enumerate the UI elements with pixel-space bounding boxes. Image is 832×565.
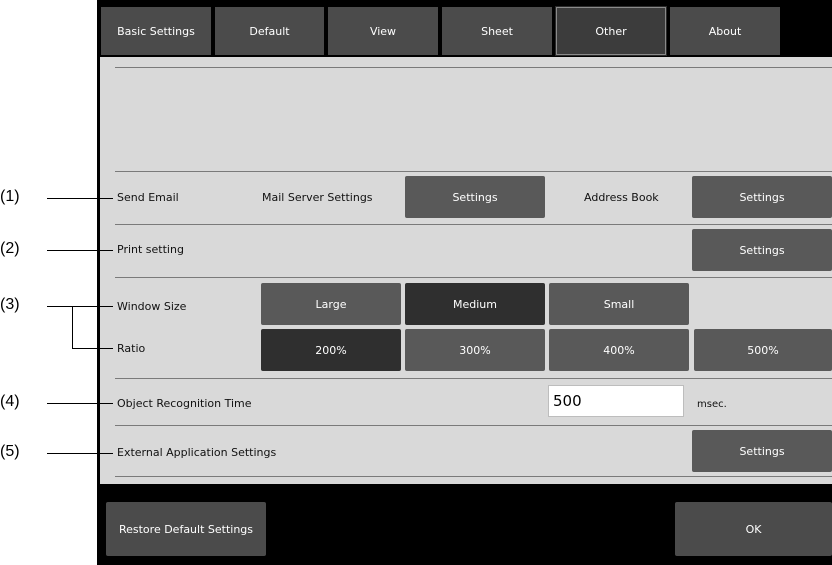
tab-view[interactable]: View: [328, 7, 438, 55]
callout-5-leader: [47, 453, 113, 454]
external-application-settings-label: External Application Settings: [117, 446, 277, 459]
divider: [115, 476, 832, 477]
callout-3-leader: [47, 306, 113, 307]
callout-1-leader: [47, 198, 113, 199]
tab-other[interactable]: Other: [555, 6, 667, 56]
divider: [115, 277, 832, 278]
callout-4-leader: [47, 403, 113, 404]
tab-about[interactable]: About: [670, 7, 780, 55]
ratio-label: Ratio: [117, 342, 146, 355]
ok-button[interactable]: OK: [675, 502, 832, 556]
callout-4: (4): [0, 393, 20, 410]
send-email-label: Send Email: [117, 191, 179, 204]
divider: [115, 378, 832, 379]
restore-default-settings-button[interactable]: Restore Default Settings: [106, 502, 266, 556]
divider: [115, 171, 832, 172]
print-settings-button[interactable]: Settings: [692, 229, 832, 271]
callout-5: (5): [0, 443, 20, 460]
divider: [115, 425, 832, 426]
external-application-settings-button[interactable]: Settings: [692, 430, 832, 472]
callout-1: (1): [0, 188, 20, 205]
ratio-500-button[interactable]: 500%: [694, 329, 832, 371]
tab-sheet[interactable]: Sheet: [442, 7, 552, 55]
address-book-settings-button[interactable]: Settings: [692, 176, 832, 218]
callout-3: (3): [0, 296, 20, 313]
callout-3-bracket: [72, 306, 73, 348]
ratio-400-button[interactable]: 400%: [549, 329, 689, 371]
window-size-large-button[interactable]: Large: [261, 283, 401, 325]
object-recognition-time-label: Object Recognition Time: [117, 397, 252, 410]
tab-basic-settings[interactable]: Basic Settings: [101, 7, 211, 55]
print-setting-label: Print setting: [117, 243, 184, 256]
window-size-medium-button[interactable]: Medium: [405, 283, 545, 325]
window-size-small-button[interactable]: Small: [549, 283, 689, 325]
msec-unit-label: msec.: [697, 399, 727, 410]
callout-3-leader-ratio: [72, 348, 113, 349]
tab-default[interactable]: Default: [215, 7, 324, 55]
ratio-300-button[interactable]: 300%: [405, 329, 545, 371]
callout-2: (2): [0, 240, 20, 257]
callout-2-leader: [47, 250, 113, 251]
divider: [115, 67, 832, 68]
mail-server-settings-label: Mail Server Settings: [262, 191, 373, 204]
address-book-label: Address Book: [584, 191, 659, 204]
window-size-label: Window Size: [117, 300, 187, 313]
mail-server-settings-button[interactable]: Settings: [405, 176, 545, 218]
ratio-200-button[interactable]: 200%: [261, 329, 401, 371]
object-recognition-time-input[interactable]: 500: [548, 385, 684, 417]
divider: [115, 224, 832, 225]
